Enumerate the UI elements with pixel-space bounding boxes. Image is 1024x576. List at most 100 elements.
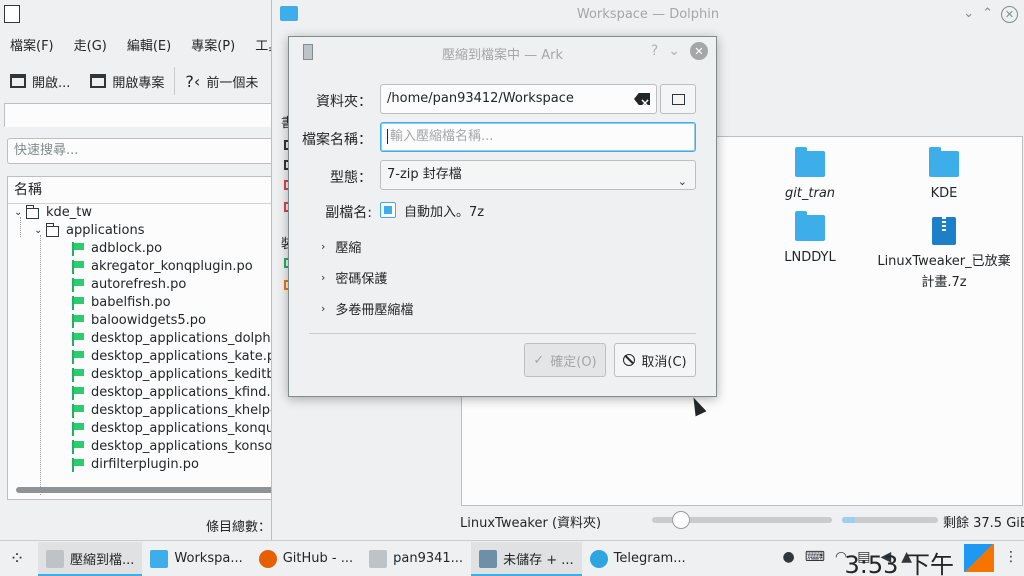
zoom-slider-handle[interactable] [672,511,690,529]
folder-icon [25,204,39,219]
application-launcher-icon[interactable]: ⁘ [0,542,34,576]
close-icon[interactable]: ✕ [690,42,708,60]
chevron-right-icon: › [321,302,326,315]
tree-file-row[interactable]: desktop_applications_konque [8,420,290,438]
project-icon [90,74,107,88]
menu-project[interactable]: 專案(P) [181,36,245,58]
horizontal-scrollbar[interactable] [16,487,290,493]
tree-guide [20,217,21,237]
minimize-icon[interactable]: ⌄ [963,6,974,23]
tree-file-label: baloowidgets5.po [91,313,206,328]
close-icon[interactable]: ✕ [1001,6,1018,23]
desktop-pager-icon[interactable] [964,544,994,572]
menu-edit[interactable]: 編輯(E) [117,36,181,58]
tree-file-row[interactable]: desktop_applications_kate.po [8,348,290,366]
help-icon[interactable]: ? [651,43,658,59]
taskbar-task[interactable]: 壓縮到檔... [38,541,143,576]
open-button[interactable]: 開啟... [0,67,80,95]
taskbar-task[interactable]: Telegram... [582,542,694,576]
ark-compress-dialog: 壓縮到檔案中 — Ark ? ⌄ ✕ 資料夾： /home/pan93412/W… [288,36,717,397]
task-label: pan9341... [393,551,464,566]
tree-column-name[interactable]: 名稱 [8,177,290,204]
notification-icon[interactable]: ● [783,549,795,565]
taskbar-task[interactable]: pan9341... [361,542,471,576]
tree-file-label: babelfish.po [91,295,171,310]
tree-file-row[interactable]: akregator_konqplugin.po [8,258,290,276]
file-item-git-tran[interactable]: git_tran [750,147,870,204]
compression-expander[interactable]: › 壓縮 [321,237,361,256]
folder-label: 資料夾： [316,94,372,110]
browse-folder-button[interactable] [660,84,696,114]
tree-row-applications[interactable]: ⌄ applications [8,222,290,240]
clock[interactable]: 3:53 下午 [844,545,954,576]
translated-flag-icon [72,404,84,418]
folder-icon [929,147,959,177]
filename-input[interactable]: 輸入壓縮檔名稱... [380,122,696,152]
tree-file-row[interactable]: desktop_applications_khelpce [8,402,290,420]
taskbar-task[interactable]: Workspa... [142,542,250,576]
open-project-button[interactable]: 開啟專案 [80,67,174,95]
tree-file-row[interactable]: autorefresh.po [8,276,290,294]
cancel-button[interactable]: 取消(C) [614,343,696,377]
toolbar: 開啟... 開啟專案 ?‹ 前一個未 [0,66,290,96]
previous-untranslated-button[interactable]: ?‹ 前一個未 [174,67,268,95]
chevron-right-icon: › [321,271,326,284]
file-item-lnddyl[interactable]: LNDDYL [750,211,870,268]
tree-file-label: desktop_applications_konque [91,421,283,436]
chevron-down-icon: ⌄ [677,175,687,188]
quick-search-input[interactable]: 快速搜尋... [7,138,290,164]
tree-file-row[interactable]: babelfish.po [8,294,290,312]
maximize-icon[interactable]: ⌃ [982,6,993,23]
auto-extension-checkbox[interactable] [380,202,396,218]
tree-file-label: desktop_applications_kfind.p [91,385,279,400]
task-label: Telegram... [613,551,686,566]
tree-file-row[interactable]: desktop_applications_dolphin [8,330,290,348]
menu-file[interactable]: 檔案(F) [0,36,64,58]
ark-titlebar[interactable]: 壓縮到檔案中 — Ark ? ⌄ ✕ [289,37,716,67]
password-expander[interactable]: › 密碼保護 [321,268,387,287]
auto-extension-label[interactable]: 自動加入。7z [404,201,484,220]
tree-file-row[interactable]: desktop_applications_kfind.p [8,384,290,402]
folder-input[interactable]: /home/pan93412/Workspace [380,84,657,114]
tree-file-label: akregator_konqplugin.po [91,259,253,274]
translated-flag-icon [72,458,84,472]
multivolume-expander[interactable]: › 多卷冊壓縮檔 [321,299,413,318]
project-tab[interactable] [4,103,290,127]
lokalize-app-icon [4,5,20,23]
file-tree[interactable]: 名稱 ⌄ kde_tw ⌄ applications adblock.po akr… [7,176,290,500]
menu-go[interactable]: 走(G) [64,36,117,58]
lokalize-window: 檔案(F) 走(G) 編輯(E) 專案(P) 工具 開啟... 開啟專案 ?‹ … [0,0,290,540]
keyboard-icon[interactable]: ⌨ [805,549,825,565]
tree-row-root[interactable]: ⌄ kde_tw [8,204,290,222]
taskbar-task[interactable]: 未儲存 + ... [471,541,582,576]
total-entries-label: 條目總數： [206,520,272,535]
clear-icon[interactable] [634,93,650,105]
minimize-icon[interactable]: ⌄ [668,43,680,59]
tree-file-row[interactable]: dirfilterplugin.po [8,456,290,474]
dolphin-title: Workspace — Dolphin [576,7,720,22]
zoom-slider[interactable] [652,511,832,529]
extension-label: 副檔名: [325,205,372,221]
menu-bar: 檔案(F) 走(G) 編輯(E) 專案(P) 工具 [0,36,290,58]
file-item-kde[interactable]: KDE [884,147,1004,204]
folder-icon [795,211,825,241]
type-label: 型態： [330,170,372,186]
file-item-linuxtweaker-archive[interactable]: LinuxTweaker_已放棄計畫.7z [872,217,1016,293]
tree-file-row[interactable]: adblock.po [8,240,290,258]
filename-label: 檔案名稱： [302,132,372,148]
file-item-label: LNDDYL [784,250,836,265]
extension-row: 副檔名: 自動加入。7z [289,198,716,228]
archive-type-select[interactable]: 7-zip 封存檔 ⌄ [380,160,696,190]
task-app-icon [479,549,498,568]
taskbar-task[interactable]: GitHub - ... [251,542,361,576]
dolphin-titlebar[interactable]: Workspace — Dolphin ⌄ ⌃ ✕ [272,0,1024,30]
cancel-button-label: 取消(C) [641,354,687,370]
open-button-label: 開啟... [32,75,71,91]
tree-file-row[interactable]: desktop_applications_keditbo [8,366,290,384]
tree-file-row[interactable]: baloowidgets5.po [8,312,290,330]
panel-settings-icon[interactable]: ⋮ [1004,549,1018,565]
translated-flag-icon [72,278,84,292]
text-caret [387,129,388,144]
ok-button[interactable]: ✓ 確定(O) [524,343,606,377]
tree-file-row[interactable]: desktop_applications_konsole [8,438,290,456]
